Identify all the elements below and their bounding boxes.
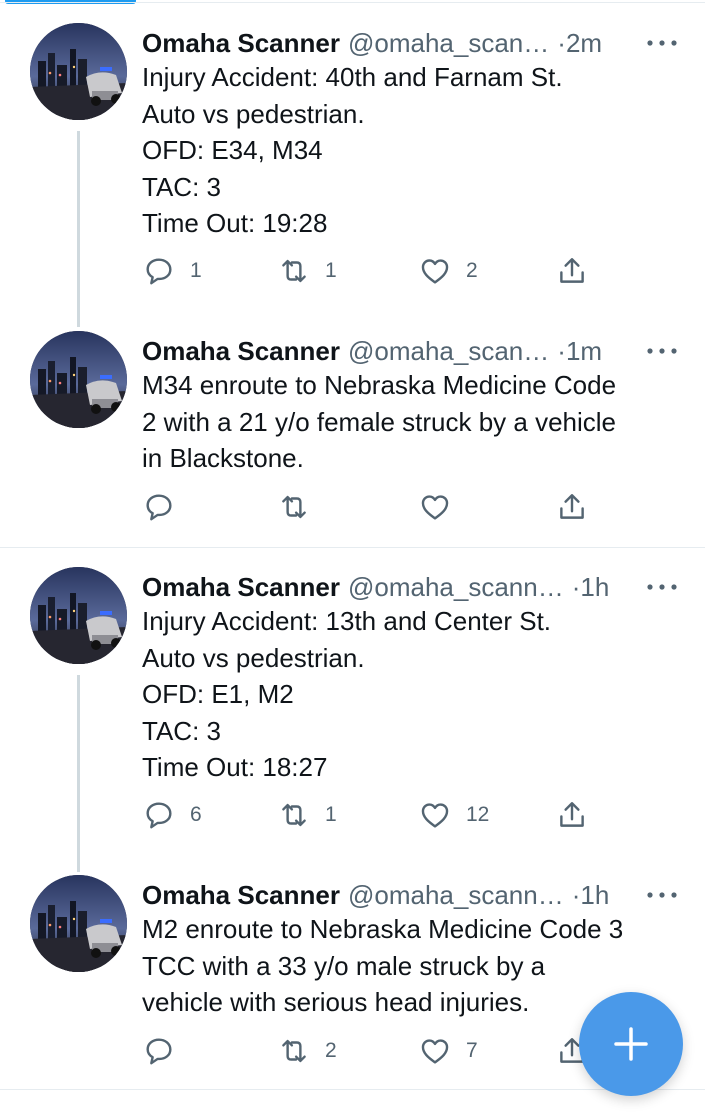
divider — [0, 547, 705, 548]
separator-dot: · — [557, 336, 566, 366]
heart-icon — [421, 259, 449, 284]
like-count: 2 — [466, 259, 478, 282]
display-name[interactable]: Omaha Scanner — [142, 336, 340, 366]
tweet[interactable]: Omaha Scanner @omaha_scann… ·1h Injury Acc… — [0, 567, 705, 837]
timestamp[interactable]: 2m — [566, 28, 602, 58]
reply-count: 6 — [190, 803, 202, 826]
display-name[interactable]: Omaha Scanner — [142, 28, 340, 58]
reply-icon — [146, 258, 172, 285]
tweet-text-line: TAC: 3 — [142, 715, 221, 746]
tweet-header: Omaha Scanner @omaha_scan… ·1m — [142, 331, 682, 371]
retweet-button[interactable]: 2 — [277, 1031, 337, 1071]
share-icon — [560, 258, 584, 283]
avatar-image — [30, 567, 127, 664]
share-icon — [560, 494, 584, 519]
tweet-actions: 1 1 2 — [142, 251, 602, 291]
avatar-image — [30, 875, 127, 972]
share-icon — [560, 802, 584, 827]
tweet-text-line: Auto vs pedestrian. — [142, 98, 365, 129]
reply-button[interactable] — [142, 487, 190, 527]
heart-icon — [421, 1039, 449, 1064]
heart-icon — [421, 495, 449, 520]
user-handle[interactable]: @omaha_scann… — [348, 880, 564, 910]
avatar-image — [30, 331, 127, 428]
more-options-icon[interactable] — [642, 23, 682, 63]
retweet-icon — [282, 1039, 306, 1063]
avatar-image — [30, 23, 127, 120]
like-button[interactable]: 2 — [418, 251, 478, 291]
reply-icon — [146, 494, 172, 521]
timestamp[interactable]: 1h — [580, 880, 609, 910]
tweet-header: Omaha Scanner @omaha_scann… ·1h — [142, 567, 682, 607]
retweet-count: 1 — [325, 803, 337, 826]
reply-icon — [146, 802, 172, 829]
avatar[interactable] — [30, 23, 127, 120]
like-button[interactable] — [418, 487, 466, 527]
avatar[interactable] — [30, 567, 127, 664]
like-button[interactable]: 12 — [418, 795, 489, 835]
user-handle[interactable]: @omaha_scan… — [348, 28, 549, 58]
tweet-text-line: OFD: E34, M34 — [142, 135, 323, 165]
avatar[interactable] — [30, 875, 127, 972]
tweet-text-line: TAC: 3 — [142, 171, 221, 202]
tweet-text-line: TCC with a 33 y/o male struck by a — [142, 950, 546, 981]
more-options-icon[interactable] — [642, 875, 682, 915]
user-handle[interactable]: @omaha_scann… — [348, 572, 564, 602]
tweet-text-line: Time Out: 19:28 — [142, 208, 328, 238]
tweet-text: M34 enroute to Nebraska Medicine Code 2 … — [142, 367, 682, 477]
share-button[interactable] — [555, 487, 589, 527]
timestamp[interactable]: 1m — [566, 336, 602, 366]
tweet-text-line: Auto vs pedestrian. — [142, 642, 365, 673]
tweet-text-line: M2 enroute to Nebraska Medicine Code 3 — [142, 914, 624, 944]
tweet-header: Omaha Scanner @omaha_scann… ·1h — [142, 875, 682, 915]
heart-icon — [421, 803, 449, 828]
reply-button[interactable] — [142, 1031, 190, 1071]
tweet-text-line: in Blackstone. — [142, 443, 304, 473]
share-button[interactable] — [555, 251, 589, 291]
like-count: 7 — [466, 1039, 478, 1062]
tweet-text-line: M34 enroute to Nebraska Medicine Code — [142, 370, 617, 400]
tweet[interactable]: Omaha Scanner @omaha_scan… ·2m Injury Acci… — [0, 23, 705, 293]
reply-count: 1 — [190, 259, 202, 282]
tweet-text: Injury Accident: 13th and Center St. Aut… — [142, 603, 682, 786]
retweet-button[interactable]: 1 — [277, 251, 337, 291]
display-name[interactable]: Omaha Scanner — [142, 880, 340, 910]
retweet-button[interactable] — [277, 487, 325, 527]
retweet-icon — [282, 803, 306, 827]
more-options-icon[interactable] — [642, 331, 682, 371]
retweet-button[interactable]: 1 — [277, 795, 337, 835]
divider — [0, 2, 705, 3]
tweet[interactable]: Omaha Scanner @omaha_scan… ·1m M34 enroute… — [0, 331, 705, 531]
avatar[interactable] — [30, 331, 127, 428]
plus-icon — [614, 1027, 648, 1061]
display-name[interactable]: Omaha Scanner — [142, 572, 340, 602]
more-options-icon[interactable] — [642, 567, 682, 607]
timeline-feed: Omaha Scanner @omaha_scan… ·2m Injury Acci… — [0, 0, 705, 1113]
like-count: 12 — [466, 803, 490, 826]
tweet-text-line: 2 with a 21 y/o female struck by a vehic… — [142, 406, 617, 437]
retweet-icon — [282, 495, 306, 519]
tweet-actions — [142, 487, 602, 527]
user-handle[interactable]: @omaha_scan… — [348, 336, 549, 366]
tweet-text-line: Injury Accident: 13th and Center St. — [142, 606, 552, 636]
compose-tweet-button[interactable] — [579, 992, 683, 1096]
tweet-text-line: Injury Accident: 40th and Farnam St. — [142, 62, 563, 92]
tweet-text-line: Time Out: 18:27 — [142, 752, 328, 782]
separator-dot: · — [557, 28, 566, 58]
share-button[interactable] — [555, 795, 589, 835]
tweet-actions: 6 1 12 — [142, 795, 602, 835]
like-button[interactable]: 7 — [418, 1031, 478, 1071]
reply-button[interactable]: 1 — [142, 251, 202, 291]
tweet-header: Omaha Scanner @omaha_scan… ·2m — [142, 23, 682, 63]
retweet-count: 1 — [325, 259, 337, 282]
retweet-count: 2 — [325, 1039, 337, 1062]
reply-button[interactable]: 6 — [142, 795, 202, 835]
divider — [0, 1089, 705, 1090]
retweet-icon — [282, 259, 306, 283]
tweet-text: Injury Accident: 40th and Farnam St. Aut… — [142, 59, 682, 242]
reply-icon — [146, 1038, 172, 1065]
timestamp[interactable]: 1h — [580, 572, 609, 602]
tweet-actions: 2 7 — [142, 1031, 602, 1071]
tweet-text-line: OFD: E1, M2 — [142, 679, 294, 709]
